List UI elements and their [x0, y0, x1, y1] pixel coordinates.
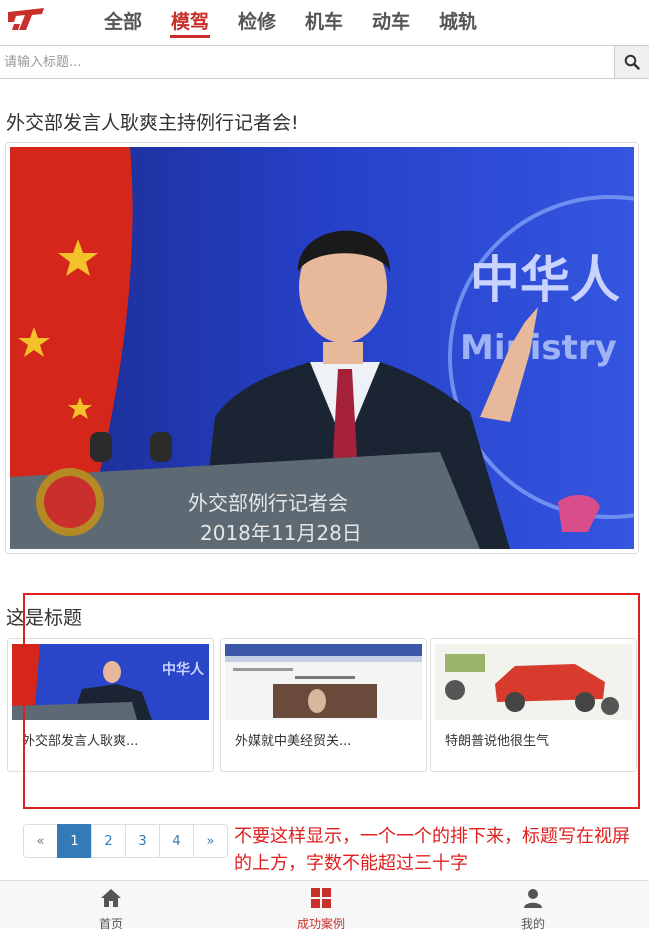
tt-logo-icon[interactable]	[6, 6, 46, 34]
pagination-page-4[interactable]: 4	[159, 824, 194, 858]
pagination-next[interactable]: »	[193, 824, 228, 858]
active-tab-underline	[170, 35, 210, 38]
tab-urban-rail[interactable]: 城轨	[439, 7, 477, 34]
bottom-nav-label: 我的	[520, 917, 545, 931]
bottom-nav-bar: 首页 成功案例 我的	[0, 880, 649, 931]
user-icon	[524, 889, 542, 908]
search-input[interactable]	[0, 46, 614, 78]
search-icon	[624, 54, 640, 70]
pagination-prev[interactable]: «	[23, 824, 58, 858]
article-headline[interactable]: 外交部发言人耿爽主持例行记者会!	[6, 108, 299, 135]
bottom-nav-label: 首页	[98, 917, 123, 931]
top-nav-bar: 全部 模驾 检修 机车 动车 城轨	[0, 0, 649, 44]
search-bar	[0, 45, 649, 79]
svg-text:2018年11月28日: 2018年11月28日	[200, 521, 362, 545]
bottom-nav-me[interactable]: 我的	[473, 881, 593, 931]
tab-emu[interactable]: 动车	[372, 7, 410, 34]
home-icon	[101, 889, 121, 907]
pagination-page-1[interactable]: 1	[57, 824, 92, 858]
bottom-nav-cases[interactable]: 成功案例	[261, 881, 381, 931]
search-button[interactable]	[614, 46, 649, 78]
svg-text:Ministry: Ministry	[460, 328, 617, 368]
pagination-page-3[interactable]: 3	[125, 824, 160, 858]
grid-icon	[311, 888, 331, 908]
hero-image-frame[interactable]: 中华人 Ministry 外交部例行记者会 2018年11月28日	[5, 142, 639, 554]
annotation-box	[23, 593, 640, 809]
bottom-nav-home[interactable]: 首页	[51, 881, 171, 931]
hero-image: 中华人 Ministry 外交部例行记者会 2018年11月28日	[10, 147, 634, 549]
svg-text:外交部例行记者会: 外交部例行记者会	[188, 491, 348, 515]
pagination-page-2[interactable]: 2	[91, 824, 126, 858]
tab-driving-sim[interactable]: 模驾	[171, 7, 209, 34]
tab-all[interactable]: 全部	[104, 7, 142, 34]
svg-text:中华人: 中华人	[470, 251, 620, 309]
tab-locomotive[interactable]: 机车	[305, 7, 343, 34]
tab-maintenance[interactable]: 检修	[238, 7, 276, 34]
pagination: « 1 2 3 4 »	[23, 824, 228, 858]
annotation-note: 不要这样显示，一个一个的排下来，标题写在视屏的上方，字数不能超过三十字	[234, 826, 630, 874]
bottom-nav-label: 成功案例	[296, 917, 345, 931]
